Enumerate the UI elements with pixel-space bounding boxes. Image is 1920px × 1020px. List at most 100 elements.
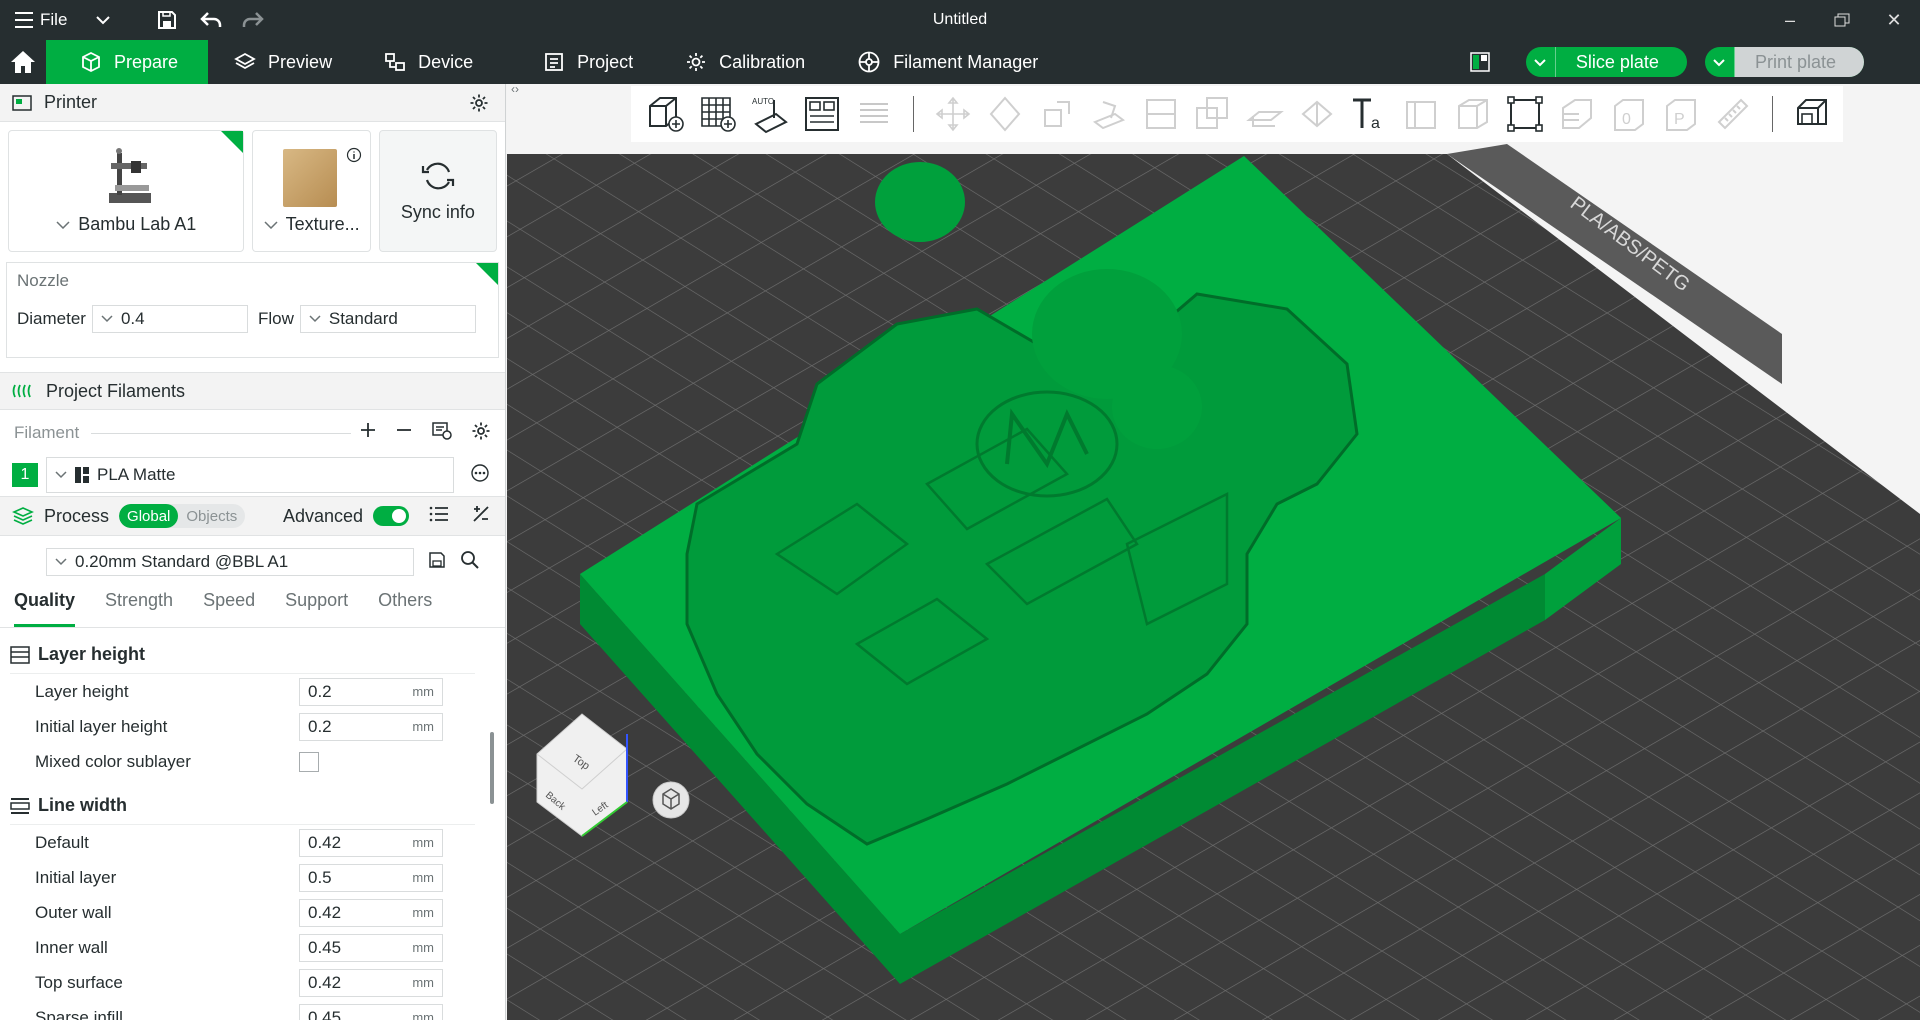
slice-plate-button[interactable]: Slice plate [1525,47,1687,77]
layer-height-icon [10,645,30,664]
save-icon[interactable] [149,2,185,38]
process-subtabs: Quality Strength Speed Support Others [0,576,505,628]
bounding-box-icon[interactable] [1502,91,1548,137]
process-preset-select[interactable]: 0.20mm Standard @BBL A1 [46,548,414,576]
close-icon[interactable]: ✕ [1868,0,1920,40]
filament-select[interactable]: PLA Matte [46,457,454,493]
option-value: 0.45 [308,937,342,957]
model-dome [875,162,965,242]
slice-plate-label: Slice plate [1575,51,1659,72]
subtab-quality[interactable]: Quality [14,590,76,627]
diameter-select[interactable]: 0.4 [91,305,248,333]
filament-manager-icon [858,51,880,73]
process-header: Process Global Objects Advanced [0,496,505,536]
sparse-infill-line-width-input[interactable]: 0.45 mm [299,1003,443,1020]
tab-device[interactable]: Device [358,40,499,84]
unit-label: mm [412,719,434,734]
arrange-icon[interactable] [799,91,845,137]
redo-icon[interactable] [235,2,271,38]
gear-icon[interactable] [469,93,489,118]
option-value: 0.42 [308,972,342,992]
chevron-down-icon[interactable] [1526,47,1556,77]
subtab-others[interactable]: Others [378,590,432,627]
auto-orient-icon[interactable]: AUTO [747,91,793,137]
home-icon[interactable] [0,40,46,84]
hamburger-icon [15,12,33,28]
layer-height-input[interactable]: 0.2 mm [299,677,443,706]
flow-select[interactable]: Standard [299,305,476,333]
print-plate-button[interactable]: Print plate [1704,47,1864,77]
global-option[interactable]: Global [119,504,179,528]
undo-icon[interactable] [193,2,229,38]
ruler-icon [1710,91,1756,137]
add-plate-icon[interactable] [695,91,741,137]
subtab-speed[interactable]: Speed [203,590,255,627]
option-value: 0.2 [308,716,332,736]
process-scope-toggle[interactable]: Global Objects [119,504,246,528]
sync-info-button[interactable]: Sync info [378,130,497,252]
chevron-down-icon [56,220,70,229]
objects-option[interactable]: Objects [178,504,245,528]
advanced-toggle[interactable] [373,506,409,526]
option-label: Top surface [35,972,123,992]
mixed-color-sublayer-checkbox[interactable] [299,751,319,772]
outer-wall-line-width-input[interactable]: 0.42 mm [299,898,443,927]
top-surface-line-width-input[interactable]: 0.42 mm [299,968,443,997]
minimize-icon[interactable]: – [1764,0,1816,40]
compare-icon[interactable] [471,504,491,529]
filament-settings-gear-icon[interactable] [471,421,491,446]
default-line-width-input[interactable]: 0.42 mm [299,828,443,857]
initial-layer-height-input[interactable]: 0.2 mm [299,712,443,741]
collapse-sidebar-icon[interactable]: ‹› [511,84,519,96]
text-icon[interactable]: a [1346,91,1392,137]
inner-wall-line-width-input[interactable]: 0.45 mm [299,933,443,962]
3d-viewport[interactable]: PLA/ABS/PETG Top Back Left ‹› AUTO a 0 P [507,84,1920,1020]
project-filaments-header: Project Filaments [0,372,505,410]
restore-icon[interactable] [1816,0,1868,40]
option-row: Initial layer 0.5 mm [10,860,505,895]
group-title: Line width [10,787,475,825]
subtab-strength[interactable]: Strength [105,590,173,627]
unit-label: mm [412,1010,434,1020]
filament-row: 1 PLA Matte [0,456,505,494]
search-icon[interactable] [460,550,480,575]
model-dome [1032,269,1182,399]
file-menu[interactable]: File [14,10,67,30]
plate-type-card[interactable]: Texture... [252,130,371,252]
filament-index-badge[interactable]: 1 [12,463,38,487]
filament-sync-icon[interactable] [431,421,453,446]
mesh-boolean-icon [1190,91,1236,137]
chevron-down-icon[interactable] [85,2,121,38]
tab-filament-manager[interactable]: Filament Manager [831,40,1064,84]
tab-preview[interactable]: Preview [208,40,358,84]
printer-model-card[interactable]: Bambu Lab A1 [8,130,245,252]
filament-list-header: Filament [0,410,505,456]
layer-height-group: Layer height Layer height 0.2 mm Initial … [0,636,505,779]
remove-filament-icon[interactable] [395,421,413,446]
plate-type-label: Texture... [285,214,360,234]
info-icon[interactable] [346,147,362,168]
toolbar-separator [1772,96,1773,132]
tab-project[interactable]: Project [499,40,659,84]
lay-on-face-icon [1086,91,1132,137]
list-view-icon[interactable] [429,505,449,528]
view-mode-icon[interactable] [1789,91,1835,137]
layout-icon[interactable] [1470,52,1490,77]
filament-header-label: Filament [14,423,80,442]
add-object-icon[interactable] [643,91,689,137]
tab-calibration[interactable]: Calibration [659,40,831,84]
subtab-support[interactable]: Support [285,590,348,627]
more-options-icon[interactable] [470,463,490,488]
filament-name: PLA Matte [97,465,176,484]
layer-height-group-title: Layer height [38,644,146,664]
rotate-icon [982,91,1028,137]
unit-label: mm [412,940,434,955]
initial-layer-line-width-input[interactable]: 0.5 mm [299,863,443,892]
save-preset-icon[interactable] [428,551,446,574]
add-filament-icon[interactable] [359,421,377,446]
sidebar-scrollbar[interactable] [490,732,494,804]
viewport-toolbar: AUTO a 0 P [631,86,1843,142]
chevron-down-icon[interactable] [1705,47,1735,77]
tab-prepare[interactable]: Prepare [46,40,209,84]
flow-label: Flow [257,309,294,328]
